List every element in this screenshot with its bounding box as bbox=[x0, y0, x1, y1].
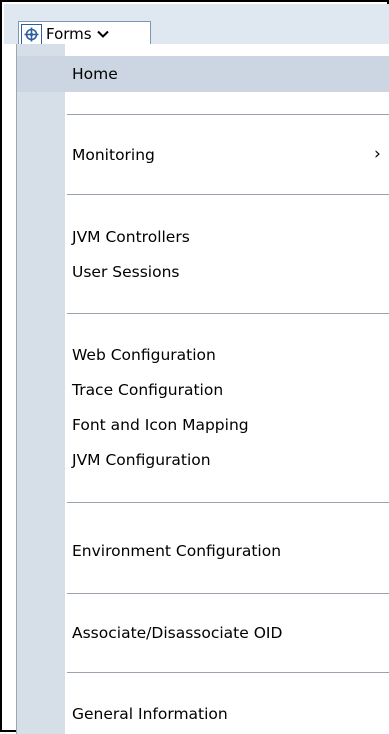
menu-separator bbox=[67, 672, 389, 673]
menu-item-monitoring[interactable]: Monitoring bbox=[72, 140, 155, 170]
menu-bar: Forms bbox=[4, 4, 389, 46]
menu-item-jvm-configuration[interactable]: JVM Configuration bbox=[72, 445, 211, 475]
menu-item-associate-oid[interactable]: Associate/Disassociate OID bbox=[72, 618, 282, 648]
target-icon bbox=[21, 23, 42, 45]
menu-item-font-icon-mapping[interactable]: Font and Icon Mapping bbox=[72, 410, 249, 440]
forms-menu-label: Forms bbox=[46, 25, 92, 43]
menu-item-web-configuration[interactable]: Web Configuration bbox=[72, 340, 216, 370]
menu-item-general-information[interactable]: General Information bbox=[72, 699, 228, 729]
menu-item-user-sessions[interactable]: User Sessions bbox=[72, 257, 179, 287]
menu-item-jvm-controllers[interactable]: JVM Controllers bbox=[72, 222, 190, 252]
menu-item-home[interactable]: Home bbox=[72, 59, 118, 89]
chevron-down-icon bbox=[96, 29, 109, 39]
menu-item-home-row[interactable]: Home bbox=[17, 56, 389, 92]
chevron-right-icon: › bbox=[374, 144, 381, 164]
forms-menu-window: Forms Home Monitoring › JVM Controllers … bbox=[0, 0, 389, 734]
menu-separator bbox=[67, 502, 389, 503]
forms-menu-button[interactable]: Forms bbox=[18, 21, 151, 46]
menu-item-trace-configuration[interactable]: Trace Configuration bbox=[72, 375, 223, 405]
menu-separator bbox=[67, 313, 389, 314]
menu-separator bbox=[67, 114, 389, 115]
dropdown-menu: Home Monitoring › JVM Controllers User S… bbox=[16, 44, 389, 734]
menu-item-environment-configuration[interactable]: Environment Configuration bbox=[72, 536, 281, 566]
menu-gutter bbox=[17, 44, 65, 734]
menu-separator bbox=[67, 194, 389, 195]
menu-separator bbox=[67, 593, 389, 594]
